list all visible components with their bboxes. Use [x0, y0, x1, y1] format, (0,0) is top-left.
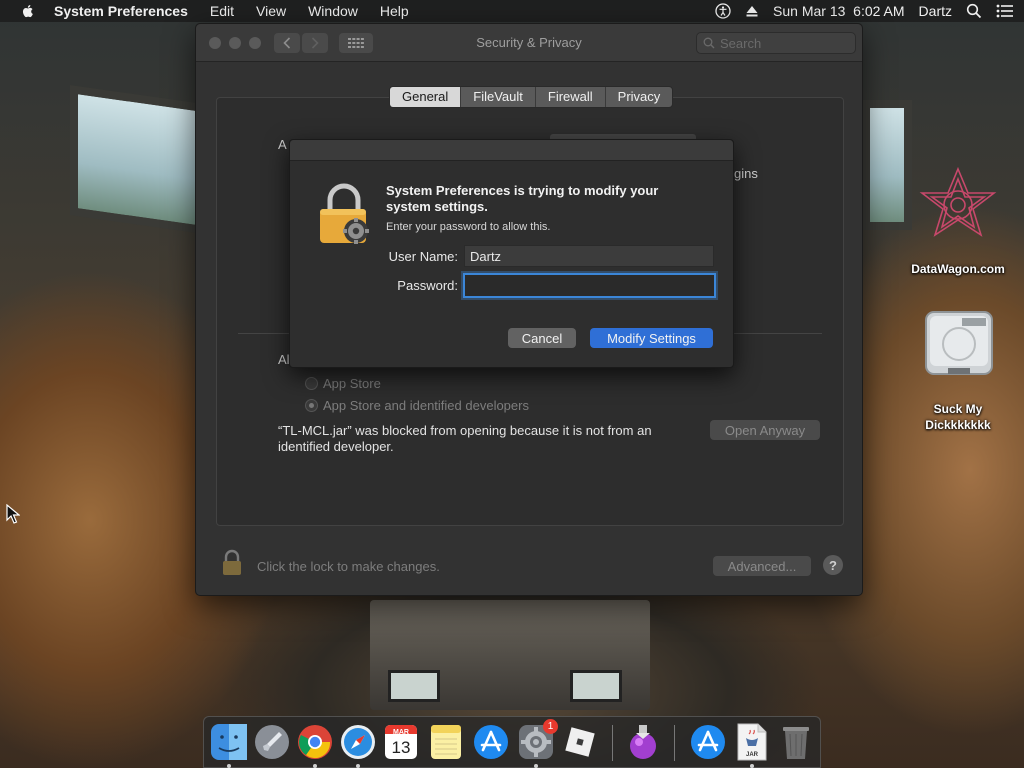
dock-safari[interactable]	[338, 722, 378, 762]
dock-separator	[612, 725, 613, 761]
dock-chrome[interactable]	[295, 722, 335, 762]
eject-icon[interactable]	[745, 4, 759, 18]
search-input[interactable]	[720, 35, 840, 51]
menu-help[interactable]: Help	[380, 3, 409, 19]
dock-running-indicator	[750, 764, 754, 768]
radio-app-store-label: App Store	[323, 376, 381, 391]
padlock-gear-icon	[320, 183, 369, 244]
hard-drive-label-line2: Dickkkkkkk	[925, 418, 991, 432]
dock-running-indicator	[227, 764, 231, 768]
dock-installer[interactable]	[623, 722, 663, 762]
datawagon-desktop-label[interactable]: DataWagon.com	[896, 261, 1020, 277]
blocked-app-message-line1: “TL-MCL.jar” was blocked from opening be…	[278, 423, 652, 438]
dock-app-store[interactable]	[471, 722, 511, 762]
hard-drive-label-line1: Suck My	[933, 402, 983, 416]
tab-bar: General FileVault Firewall Privacy	[389, 86, 674, 108]
username-label: User Name:	[388, 249, 458, 264]
radio-identified-developers-label: App Store and identified developers	[323, 398, 529, 413]
radio-app-store[interactable]	[305, 377, 318, 390]
wallpaper-cockpit-screen	[570, 670, 622, 702]
trash-icon	[783, 727, 809, 759]
blocked-app-message: “TL-MCL.jar” was blocked from opening be…	[278, 423, 652, 455]
wallpaper-window-right	[862, 100, 912, 230]
window-titlebar[interactable]: Security & Privacy	[196, 24, 862, 62]
dialog-header	[290, 140, 733, 161]
dock-system-preferences[interactable]: 1	[516, 719, 558, 762]
dock-trash[interactable]	[776, 722, 816, 762]
chrome-icon	[298, 725, 332, 759]
search-box[interactable]	[696, 32, 856, 54]
menu-view[interactable]: View	[256, 3, 286, 19]
installer-flask-icon	[630, 725, 656, 759]
finder-icon	[211, 724, 247, 760]
accessibility-icon[interactable]	[715, 3, 731, 19]
dialog-title: System Preferences is trying to modify y…	[386, 183, 659, 214]
dock-app-store-download[interactable]	[688, 722, 728, 762]
password-section-label-partial: A	[278, 137, 287, 152]
spotlight-search-icon[interactable]	[966, 3, 982, 19]
calendar-day: 13	[391, 738, 411, 757]
app-store-folder-icon	[691, 725, 725, 759]
wallpaper-window-left	[70, 85, 210, 235]
search-icon	[703, 37, 715, 49]
dock-launchpad[interactable]	[252, 722, 292, 762]
dock: MAR 13 1 JAR	[203, 716, 821, 768]
tab-privacy[interactable]: Privacy	[606, 87, 673, 107]
tab-general[interactable]: General	[390, 87, 462, 107]
menu-app-name[interactable]: System Preferences	[54, 3, 188, 19]
login-items-label-partial: gins	[734, 166, 758, 181]
cancel-button[interactable]: Cancel	[508, 328, 576, 348]
radio-identified-developers[interactable]	[305, 399, 318, 412]
safari-compass-icon	[341, 725, 375, 759]
notification-center-icon[interactable]	[996, 4, 1014, 18]
dock-calendar[interactable]: MAR 13	[381, 722, 421, 762]
hard-drive-desktop-label[interactable]: Suck My Dickkkkkkk	[900, 401, 1016, 433]
dock-jar-file[interactable]: JAR	[732, 722, 772, 762]
authentication-dialog: System Preferences is trying to modify y…	[289, 139, 734, 368]
dock-finder[interactable]	[209, 722, 249, 762]
password-label: Password:	[397, 278, 458, 293]
dock-running-indicator	[534, 764, 538, 768]
dock-running-indicator	[356, 764, 360, 768]
datawagon-desktop-icon[interactable]	[916, 165, 1000, 249]
hard-drive-desktop-icon[interactable]	[922, 308, 996, 386]
menu-bar: System Preferences Edit View Window Help…	[0, 0, 1024, 22]
username-field[interactable]	[464, 245, 714, 267]
calendar-month: MAR	[393, 729, 409, 736]
menu-edit[interactable]: Edit	[210, 3, 234, 19]
blocked-app-message-line2: identified developer.	[278, 439, 394, 454]
menu-window[interactable]: Window	[308, 3, 358, 19]
dock-notes[interactable]	[426, 722, 466, 762]
menu-user[interactable]: Dartz	[919, 3, 952, 19]
dock-separator	[674, 725, 675, 761]
allow-apps-label-partial: Al	[278, 352, 290, 367]
wallpaper-cockpit-screen	[388, 670, 440, 702]
dock-roblox[interactable]	[560, 722, 600, 762]
lock-message: Click the lock to make changes.	[257, 559, 440, 574]
menu-clock[interactable]: Sun Mar 13 6:02 AM	[773, 3, 905, 19]
dialog-subtitle: Enter your password to allow this.	[386, 221, 551, 233]
roblox-icon	[565, 727, 595, 757]
advanced-button[interactable]: Advanced...	[713, 556, 811, 576]
tab-filevault[interactable]: FileVault	[461, 87, 536, 107]
dock-running-indicator	[313, 764, 317, 768]
app-store-icon	[474, 725, 508, 759]
tab-firewall[interactable]: Firewall	[536, 87, 606, 107]
modify-settings-button[interactable]: Modify Settings	[590, 328, 713, 348]
jar-file-label: JAR	[745, 752, 758, 758]
notification-badge: 1	[543, 719, 558, 734]
open-anyway-button[interactable]: Open Anyway	[710, 420, 820, 440]
help-button[interactable]: ?	[823, 555, 843, 575]
password-field[interactable]	[463, 273, 716, 298]
lock-icon[interactable]	[221, 549, 243, 577]
apple-logo-icon[interactable]	[20, 3, 36, 19]
launchpad-rocket-icon	[255, 725, 289, 759]
notes-icon	[431, 725, 461, 759]
mouse-cursor-icon	[6, 504, 20, 524]
